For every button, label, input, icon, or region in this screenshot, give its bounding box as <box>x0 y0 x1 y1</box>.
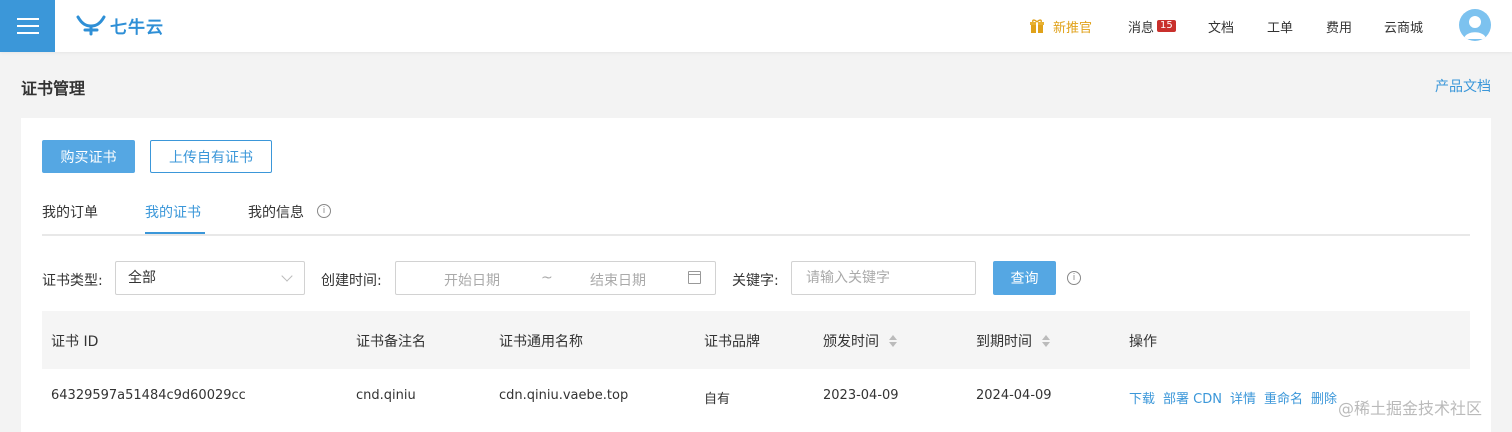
col-expire-time[interactable]: 到期时间 <box>976 331 1050 351</box>
upload-certificate-button[interactable]: 上传自有证书 <box>150 140 272 173</box>
sort-icon[interactable] <box>1042 335 1050 347</box>
cert-type-label: 证书类型: <box>42 273 103 289</box>
col-issued-time[interactable]: 颁发时间 <box>823 331 897 351</box>
brand-name: 七牛云 <box>110 17 164 38</box>
keyword-label: 关键字: <box>732 273 779 289</box>
deploy-cdn-link[interactable]: 部署 CDN <box>1163 388 1222 407</box>
cert-type-value: 全部 <box>128 270 156 286</box>
brand-logo[interactable]: 七牛云 <box>76 12 164 38</box>
created-time-label: 创建时间: <box>321 273 382 289</box>
cell-issued: 2023-04-09 <box>823 388 899 403</box>
cell-cert-id: 64329597a51484c9d60029cc <box>51 388 246 403</box>
start-date-placeholder[interactable]: 开始日期 <box>444 270 500 290</box>
sort-icon[interactable] <box>889 335 897 347</box>
calendar-icon <box>688 271 701 284</box>
details-link[interactable]: 详情 <box>1230 388 1256 407</box>
watermark: @稀土掘金技术社区 <box>1338 399 1483 418</box>
query-button[interactable]: 查询 <box>993 261 1056 295</box>
row-actions: 下载 部署 CDN 详情 重命名 删除 <box>1129 388 1337 407</box>
active-tab-indicator <box>145 232 205 234</box>
nav-messages-label: 消息 <box>1128 20 1155 36</box>
nav-marketplace-label: 云商城 <box>1384 20 1424 36</box>
col-cert-id: 证书 ID <box>51 334 99 350</box>
page-title: 证书管理 <box>21 79 86 98</box>
keyword-input[interactable] <box>791 261 976 295</box>
product-docs-link[interactable]: 产品文档 <box>1435 76 1491 96</box>
top-bar: 七牛云 新推官 消息 15 文档 工单 费用 云商城 <box>0 0 1512 52</box>
created-date-range[interactable]: 开始日期 ~ 结束日期 <box>395 261 716 295</box>
info-icon[interactable]: i <box>1067 271 1081 285</box>
info-icon[interactable]: i <box>317 204 331 218</box>
col-operations: 操作 <box>1129 334 1157 350</box>
nav-marketplace[interactable]: 云商城 <box>1384 0 1423 52</box>
table-row: 64329597a51484c9d60029cc cnd.qiniu cdn.q… <box>42 369 1470 425</box>
menu-icon[interactable] <box>0 0 55 52</box>
tab-my-orders[interactable]: 我的订单 <box>42 202 98 222</box>
col-brand: 证书品牌 <box>704 334 760 350</box>
date-range-separator: ~ <box>541 270 553 286</box>
tab-my-info[interactable]: 我的信息 <box>248 202 304 222</box>
nav-docs-label: 文档 <box>1208 20 1235 36</box>
nav-billing-label: 费用 <box>1326 20 1353 36</box>
delete-link[interactable]: 删除 <box>1311 388 1337 407</box>
cell-remark: cnd.qiniu <box>356 388 416 403</box>
end-date-placeholder[interactable]: 结束日期 <box>590 270 646 290</box>
col-remark: 证书备注名 <box>356 334 426 350</box>
cell-common-name: cdn.qiniu.vaebe.top <box>499 388 629 403</box>
avatar-icon[interactable] <box>1459 9 1491 41</box>
cert-type-select[interactable]: 全部 <box>115 261 305 295</box>
cell-brand: 自有 <box>704 392 731 407</box>
table-header: 证书 ID 证书备注名 证书通用名称 证书品牌 颁发时间 到期时间 操作 <box>42 311 1470 369</box>
nav-messages[interactable]: 消息 15 <box>1128 0 1176 52</box>
download-link[interactable]: 下载 <box>1129 388 1155 407</box>
buy-certificate-button[interactable]: 购买证书 <box>42 140 135 173</box>
nav-docs[interactable]: 文档 <box>1208 0 1234 52</box>
cell-expires: 2024-04-09 <box>976 388 1052 403</box>
messages-count-badge: 15 <box>1157 20 1176 32</box>
nav-new-promo[interactable]: 新推官 <box>1030 0 1092 52</box>
nav-tickets-label: 工单 <box>1267 20 1294 36</box>
tab-bar: 我的订单 我的证书 我的信息 i <box>42 198 1470 236</box>
nav-new-promo-label: 新推官 <box>1053 20 1093 36</box>
chevron-down-icon <box>281 270 293 282</box>
qiniu-logo-icon <box>76 15 106 36</box>
gift-icon <box>1030 19 1044 33</box>
rename-link[interactable]: 重命名 <box>1264 388 1303 407</box>
nav-tickets[interactable]: 工单 <box>1267 0 1293 52</box>
tab-my-certificates[interactable]: 我的证书 <box>145 202 201 222</box>
nav-billing[interactable]: 费用 <box>1326 0 1352 52</box>
certificate-panel: 购买证书 上传自有证书 我的订单 我的证书 我的信息 i 证书类型: 全部 创建… <box>21 118 1491 432</box>
col-common-name: 证书通用名称 <box>499 334 583 350</box>
